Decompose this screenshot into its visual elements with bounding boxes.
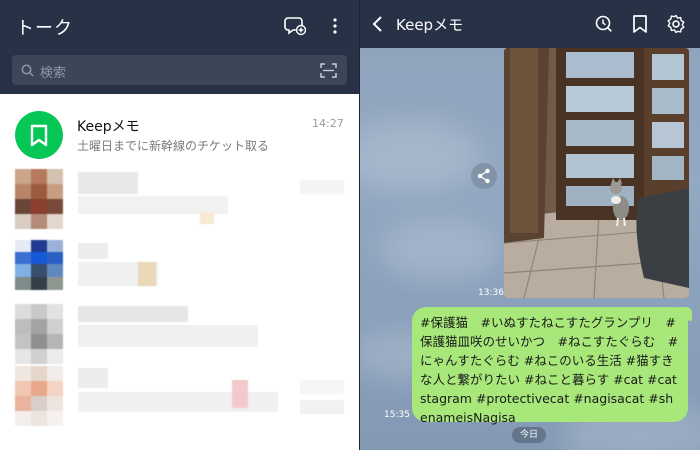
screen: トーク 検索 Keepメモ 土曜日までに新幹線のチケット取る 14:27 Kee…	[0, 0, 700, 450]
redacted-avatar	[15, 366, 63, 426]
redacted-avatar	[15, 169, 63, 229]
more-icon[interactable]	[325, 14, 345, 38]
redacted-text	[300, 380, 344, 394]
search-icon	[20, 63, 34, 77]
background-cloud	[380, 220, 500, 280]
redacted-text	[78, 392, 278, 412]
redacted-text	[232, 380, 248, 408]
page-title: トーク	[16, 18, 73, 39]
redacted-text	[78, 306, 188, 322]
chat-list-pane: トーク 検索 Keepメモ 土曜日までに新幹線のチケット取る 14:27	[0, 0, 359, 450]
cat-photo[interactable]	[504, 48, 689, 298]
back-icon[interactable]	[368, 13, 388, 35]
photo-timestamp: 13:36	[478, 288, 504, 298]
bookmark-icon[interactable]	[630, 13, 650, 35]
chat-list-header: トーク 検索	[0, 0, 359, 94]
chat-time: 14:27	[312, 117, 344, 130]
message-text: #保護猫 #いぬすたねこすたグランプリ #保護猫皿咲のせいかつ #ねこすたぐらむ…	[420, 315, 679, 425]
redacted-text	[300, 400, 344, 414]
add-chat-icon[interactable]	[283, 14, 307, 38]
redacted-text	[300, 180, 344, 194]
chat-name: Keepメモ	[77, 119, 140, 135]
background-cloud	[360, 120, 480, 190]
bookmark-icon	[30, 124, 48, 147]
redacted-avatar	[15, 240, 63, 290]
redacted-text	[200, 212, 214, 224]
redacted-text	[78, 325, 258, 347]
share-icon[interactable]	[471, 163, 497, 189]
chat-room-title: Keepメモ	[396, 16, 464, 34]
avatar	[15, 111, 63, 159]
chat-room-header: Keepメモ	[360, 0, 700, 48]
chat-preview: 土曜日までに新幹線のチケット取る	[77, 139, 270, 153]
chat-list-item-keep[interactable]: Keepメモ 土曜日までに新幹線のチケット取る 14:27	[0, 104, 359, 164]
message-bubble[interactable]: #保護猫 #いぬすたねこすたグランプリ #保護猫皿咲のせいかつ #ねこすたぐらむ…	[412, 307, 688, 425]
date-label: 今日	[512, 427, 546, 443]
redacted-text	[78, 368, 108, 388]
redacted-avatar	[15, 304, 63, 364]
redacted-text	[138, 262, 156, 286]
search-bar[interactable]: 検索	[12, 55, 347, 85]
redacted-text	[78, 243, 108, 259]
cat-photo-image	[504, 48, 689, 298]
redacted-text	[78, 172, 138, 194]
scan-icon[interactable]	[319, 62, 337, 78]
gear-icon[interactable]	[665, 13, 687, 35]
timer-icon[interactable]	[593, 13, 615, 35]
chat-room-pane: Keepメモ 13:36 #保護猫 #いぬすたねこすたグランプリ #保護猫皿咲の…	[360, 0, 700, 450]
message-timestamp: 15:35	[384, 410, 410, 420]
search-input[interactable]: 検索	[40, 62, 66, 81]
